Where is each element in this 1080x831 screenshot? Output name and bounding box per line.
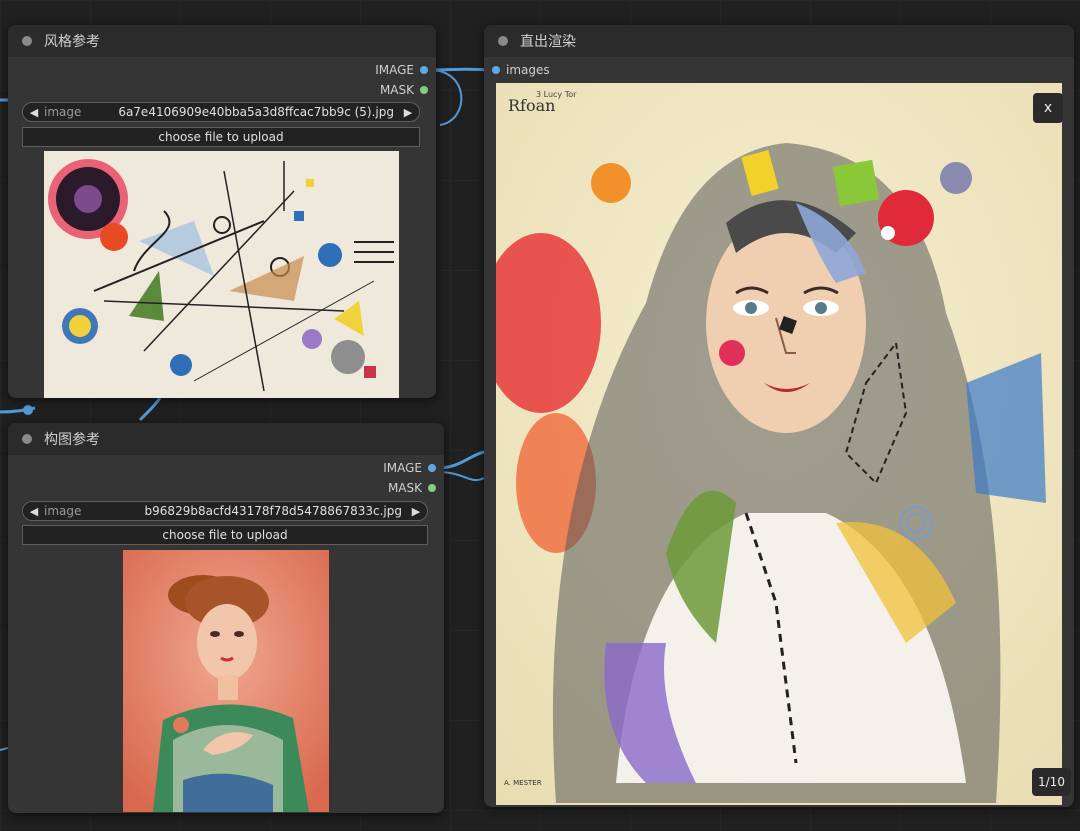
- artwork-note-bottom: A. MESTER: [504, 779, 542, 787]
- render-image-preview: Rfoan 3 Lucy Tor A. MESTER: [496, 83, 1062, 805]
- image-slot-dot-icon[interactable]: [420, 66, 428, 74]
- wire-composition-out-curve: [437, 471, 485, 482]
- output-mask-label: MASK: [387, 481, 422, 495]
- combo-value: b96829b8acfd43178f78d5478867833c.jpg: [144, 504, 402, 518]
- output-image-slot[interactable]: IMAGE: [375, 63, 428, 77]
- collapse-dot-icon[interactable]: [22, 434, 32, 444]
- portrait-painting-image: [123, 550, 329, 812]
- close-preview-button[interactable]: x: [1033, 93, 1063, 123]
- wire-reroute-dot[interactable]: [23, 405, 33, 415]
- combo-value: 6a7e4106909e40bba5a3d8ffcac7bb9c (5).jpg: [118, 105, 394, 119]
- node-title: 直出渲染: [520, 34, 576, 50]
- collapse-dot-icon[interactable]: [22, 36, 32, 46]
- output-image-label: IMAGE: [375, 63, 414, 77]
- choose-file-button[interactable]: choose file to upload: [22, 525, 428, 545]
- mask-slot-dot-icon[interactable]: [420, 86, 428, 94]
- triangle-right-icon[interactable]: ▶: [402, 106, 414, 119]
- mask-slot-dot-icon[interactable]: [428, 484, 436, 492]
- node-title: 风格参考: [44, 34, 100, 50]
- image-slot-dot-icon[interactable]: [492, 66, 500, 74]
- wire-composition-image: [437, 450, 485, 470]
- rendered-portrait-image: Rfoan 3 Lucy Tor A. MESTER: [496, 83, 1062, 805]
- triangle-right-icon[interactable]: ▶: [410, 505, 422, 518]
- style-image-preview: [44, 151, 399, 398]
- image-slot-dot-icon[interactable]: [428, 464, 436, 472]
- output-mask-slot[interactable]: MASK: [388, 481, 436, 495]
- render-output-node[interactable]: 直出渲染 images Rfoan 3 Lucy Tor A. MESTER x…: [484, 25, 1074, 807]
- wire-style-image: [429, 67, 493, 72]
- artwork-note-top: 3 Lucy Tor: [536, 90, 577, 99]
- image-combo[interactable]: ◀ image b96829b8acfd43178f78d5478867833c…: [22, 501, 428, 521]
- choose-file-button[interactable]: choose file to upload: [22, 127, 420, 147]
- wire-left-2: [138, 397, 162, 422]
- image-counter-badge: 1/10: [1032, 768, 1071, 796]
- output-mask-slot[interactable]: MASK: [380, 83, 428, 97]
- output-image-label: IMAGE: [383, 461, 422, 475]
- output-mask-label: MASK: [379, 83, 414, 97]
- node-header[interactable]: 直出渲染: [484, 25, 1074, 57]
- combo-label: image: [44, 504, 82, 518]
- composition-reference-node[interactable]: 构图参考 IMAGE MASK ◀ image b96829b8acfd4317…: [8, 423, 444, 813]
- style-reference-node[interactable]: 风格参考 IMAGE MASK ◀ image 6a7e4106909e40bb…: [8, 25, 436, 398]
- input-images-label: images: [506, 63, 550, 77]
- combo-label: image: [44, 105, 82, 119]
- composition-image-preview: [123, 550, 329, 812]
- abstract-painting-image: [44, 151, 399, 398]
- node-header[interactable]: 风格参考: [8, 25, 436, 57]
- node-header[interactable]: 构图参考: [8, 423, 444, 455]
- input-images-slot[interactable]: images: [492, 63, 550, 77]
- collapse-dot-icon[interactable]: [498, 36, 508, 46]
- output-image-slot[interactable]: IMAGE: [383, 461, 436, 475]
- wire-left-4: [0, 747, 9, 751]
- triangle-left-icon[interactable]: ◀: [28, 106, 40, 119]
- node-title: 构图参考: [44, 432, 100, 448]
- image-combo[interactable]: ◀ image 6a7e4106909e40bba5a3d8ffcac7bb9c…: [22, 102, 420, 122]
- triangle-left-icon[interactable]: ◀: [28, 505, 40, 518]
